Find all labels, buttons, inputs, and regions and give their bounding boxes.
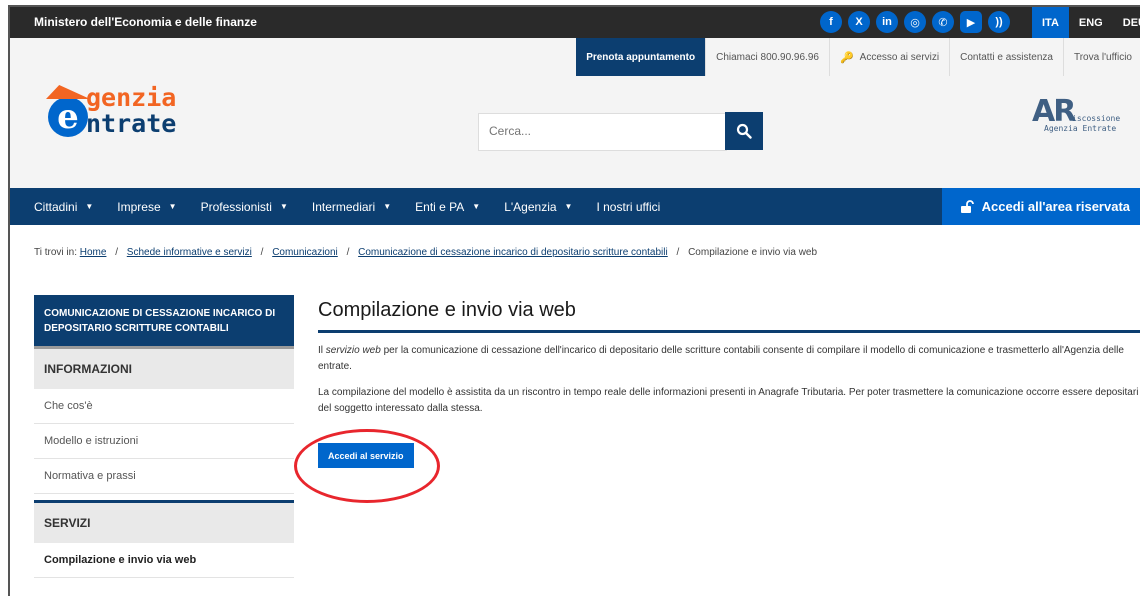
chevron-down-icon: ▼ [85,202,94,211]
browser-page: Ministero dell'Economia e delle finanze … [8,5,1140,596]
detail-paragraph: La compilazione del modello è assistita … [318,387,1139,414]
lang-eng[interactable]: ENG [1069,7,1113,38]
ministry-link[interactable]: Ministero dell'Economia e delle finanze [34,15,257,29]
breadcrumb-comunicazioni[interactable]: Comunicazioni [272,247,338,258]
nav-label: Cittadini [34,199,78,214]
key-icon: 🔑 [839,51,854,64]
intro-paragraph: Il servizio web per la comunicazione di … [318,343,1140,375]
top-bar: Ministero dell'Economia e delle finanze … [10,7,1140,38]
breadcrumb-schede[interactable]: Schede informative e servizi [127,247,252,258]
contatti-link[interactable]: Contatti e assistenza [949,38,1063,76]
main-content: Compilazione e invio via web Il servizio… [318,295,1140,468]
sidebar-section-servizi: SERVIZI [34,500,294,543]
intro-rest: per la comunicazione di cessazione dell'… [318,345,1124,372]
logo-line1: genzia [86,83,177,112]
search-input[interactable] [479,114,709,148]
nav-imprese[interactable]: Imprese ▼ [105,200,188,214]
chevron-down-icon: ▼ [472,202,481,211]
lang-deu[interactable]: DEU [1113,7,1140,38]
search-icon [736,123,752,139]
nav-enti-pa[interactable]: Enti e PA ▼ [403,200,492,214]
nav-nostri-uffici[interactable]: I nostri uffici [584,200,672,214]
chiamaci-link[interactable]: Chiamaci 800.90.96.96 [705,38,829,76]
trova-ufficio-link[interactable]: Trova l'ufficio [1062,38,1140,76]
chevron-down-icon: ▼ [383,202,392,211]
nav-label: L'Agenzia [504,199,557,214]
nav-cittadini[interactable]: Cittadini ▼ [10,200,105,214]
logo-line2: ntrate [86,109,177,138]
chevron-down-icon: ▼ [168,202,177,211]
breadcrumb-separator: / [676,247,680,258]
sidebar-section-informazioni: INFORMAZIONI [34,346,294,389]
breadcrumb: Ti trovi in: Home / Schede informative e… [34,247,817,258]
riscossione-logo[interactable]: AR iscossione Agenzia Entrate [1032,94,1140,140]
utility-links: Prenota appuntamento Chiamaci 800.90.96.… [576,38,1140,76]
accesso-servizi-label: Accesso ai servizi [859,51,940,63]
lang-ita[interactable]: ITA [1032,7,1069,38]
servizio-web-text: servizio web [325,345,381,356]
facebook-icon[interactable]: f [820,11,842,33]
unlock-icon [960,199,974,213]
agenzia-entrate-logo[interactable]: e genzia ntrate [42,83,242,143]
breadcrumb-separator: / [346,247,350,258]
chevron-down-icon: ▼ [279,202,288,211]
linkedin-icon[interactable]: in [876,11,898,33]
language-switcher: ITA ENG DEU [1032,7,1140,38]
whatsapp-icon[interactable]: ✆ [932,11,954,33]
nav-label: I nostri uffici [596,199,661,214]
accesso-servizi-link[interactable]: 🔑 Accesso ai servizi [828,38,949,76]
ar-line1: iscossione [1072,114,1121,123]
accedi-area-riservata-button[interactable]: Accedi all'area riservata [941,188,1140,225]
nav-agenzia[interactable]: L'Agenzia ▼ [492,200,584,214]
breadcrumb-current: Compilazione e invio via web [688,247,818,258]
sidebar-item-compilazione[interactable]: Compilazione e invio via web [34,543,294,578]
social-links: f X in ◎ ✆ ▶ )) [820,11,1010,33]
breadcrumb-separator: / [115,247,118,258]
instagram-icon[interactable]: ◎ [904,11,926,33]
chevron-down-icon: ▼ [564,202,573,211]
nav-label: Professionisti [200,199,272,214]
nav-professionisti[interactable]: Professionisti ▼ [189,200,300,214]
nav-label: Intermediari [311,199,376,214]
search-button[interactable] [725,112,763,150]
accedi-label: Accedi all'area riservata [981,199,1130,214]
sidebar: COMUNICAZIONE DI CESSAZIONE INCARICO DI … [34,295,294,578]
site-header: Prenota appuntamento Chiamaci 800.90.96.… [10,38,1140,188]
breadcrumb-cessazione[interactable]: Comunicazione di cessazione incarico di … [358,247,668,258]
main-nav: Cittadini ▼ Imprese ▼ Professionisti ▼ Inte… [10,188,1140,225]
breadcrumb-prefix: Ti trovi in: [34,247,77,258]
logo-mark: e [48,97,88,137]
nav-label: Enti e PA [415,199,465,214]
ar-line2: Agenzia Entrate [1044,124,1117,133]
sidebar-item-modello[interactable]: Modello e istruzioni [34,424,294,459]
sidebar-item-che-cose[interactable]: Che cos'è [34,389,294,424]
youtube-icon[interactable]: ▶ [960,11,982,33]
accedi-al-servizio-button[interactable]: Accedi al servizio [318,443,414,468]
breadcrumb-separator: / [260,247,264,258]
intro-prefix: Il [318,345,323,356]
sidebar-header[interactable]: COMUNICAZIONE DI CESSAZIONE INCARICO DI … [34,295,294,346]
nav-intermediari[interactable]: Intermediari ▼ [300,200,403,214]
breadcrumb-home[interactable]: Home [80,247,107,258]
nav-label: Imprese [117,199,161,214]
search-box [478,113,727,151]
sidebar-item-normativa[interactable]: Normativa e prassi [34,459,294,494]
x-icon[interactable]: X [848,11,870,33]
page-title: Compilazione e invio via web [318,295,1140,333]
prenota-appuntamento-button[interactable]: Prenota appuntamento [576,38,706,76]
rss-icon[interactable]: )) [988,11,1010,33]
